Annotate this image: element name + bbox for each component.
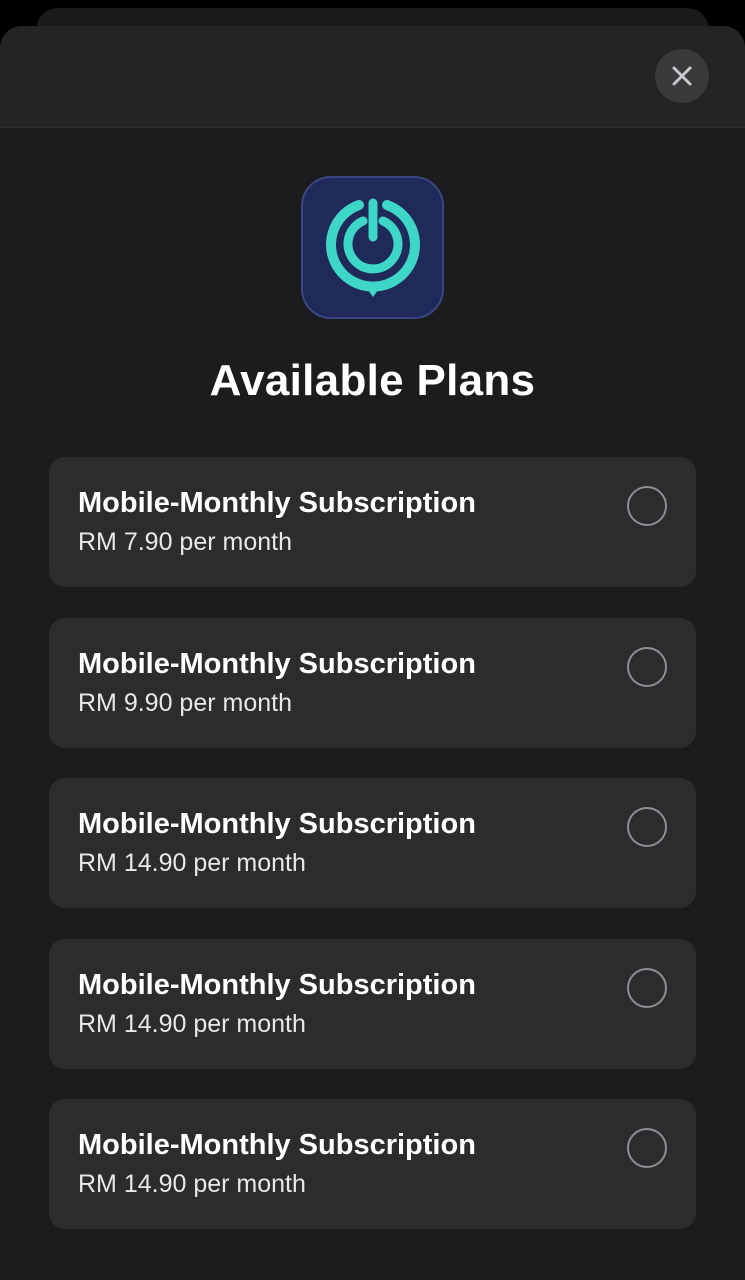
close-button[interactable]: [655, 49, 709, 103]
plan-radio-button[interactable]: [627, 807, 667, 847]
plan-price: RM 14.90 per month: [78, 1170, 306, 1198]
plan-price: RM 7.90 per month: [78, 528, 292, 556]
plans-list: Mobile-Monthly Subscription RM 7.90 per …: [49, 457, 696, 1260]
close-icon: [672, 66, 692, 86]
plan-option[interactable]: Mobile-Monthly Subscription RM 7.90 per …: [49, 457, 696, 587]
plan-radio-button[interactable]: [627, 1128, 667, 1168]
app-logo: [301, 176, 444, 319]
app-logo-icon: [325, 198, 420, 297]
plan-option[interactable]: Mobile-Monthly Subscription RM 14.90 per…: [49, 778, 696, 908]
plans-sheet: Available Plans Mobile-Monthly Subscript…: [0, 26, 745, 1280]
plan-option[interactable]: Mobile-Monthly Subscription RM 9.90 per …: [49, 617, 696, 748]
sheet-header: [0, 26, 745, 128]
plan-price: RM 9.90 per month: [78, 688, 292, 717]
plan-name: Mobile-Monthly Subscription: [78, 968, 476, 1001]
page-title: Available Plans: [209, 356, 536, 405]
plan-option[interactable]: Mobile-Monthly Subscription RM 14.90 per…: [49, 1099, 696, 1229]
plan-name: Mobile-Monthly Subscription: [78, 647, 476, 680]
plan-radio-button[interactable]: [627, 967, 667, 1008]
plan-name: Mobile-Monthly Subscription: [78, 487, 476, 519]
plan-option[interactable]: Mobile-Monthly Subscription RM 14.90 per…: [49, 938, 696, 1069]
plan-name: Mobile-Monthly Subscription: [78, 1129, 476, 1161]
plan-radio-button[interactable]: [627, 486, 667, 526]
plan-radio-button[interactable]: [627, 646, 667, 687]
plan-name: Mobile-Monthly Subscription: [78, 808, 476, 840]
plan-price: RM 14.90 per month: [78, 1009, 306, 1038]
plan-price: RM 14.90 per month: [78, 849, 306, 877]
